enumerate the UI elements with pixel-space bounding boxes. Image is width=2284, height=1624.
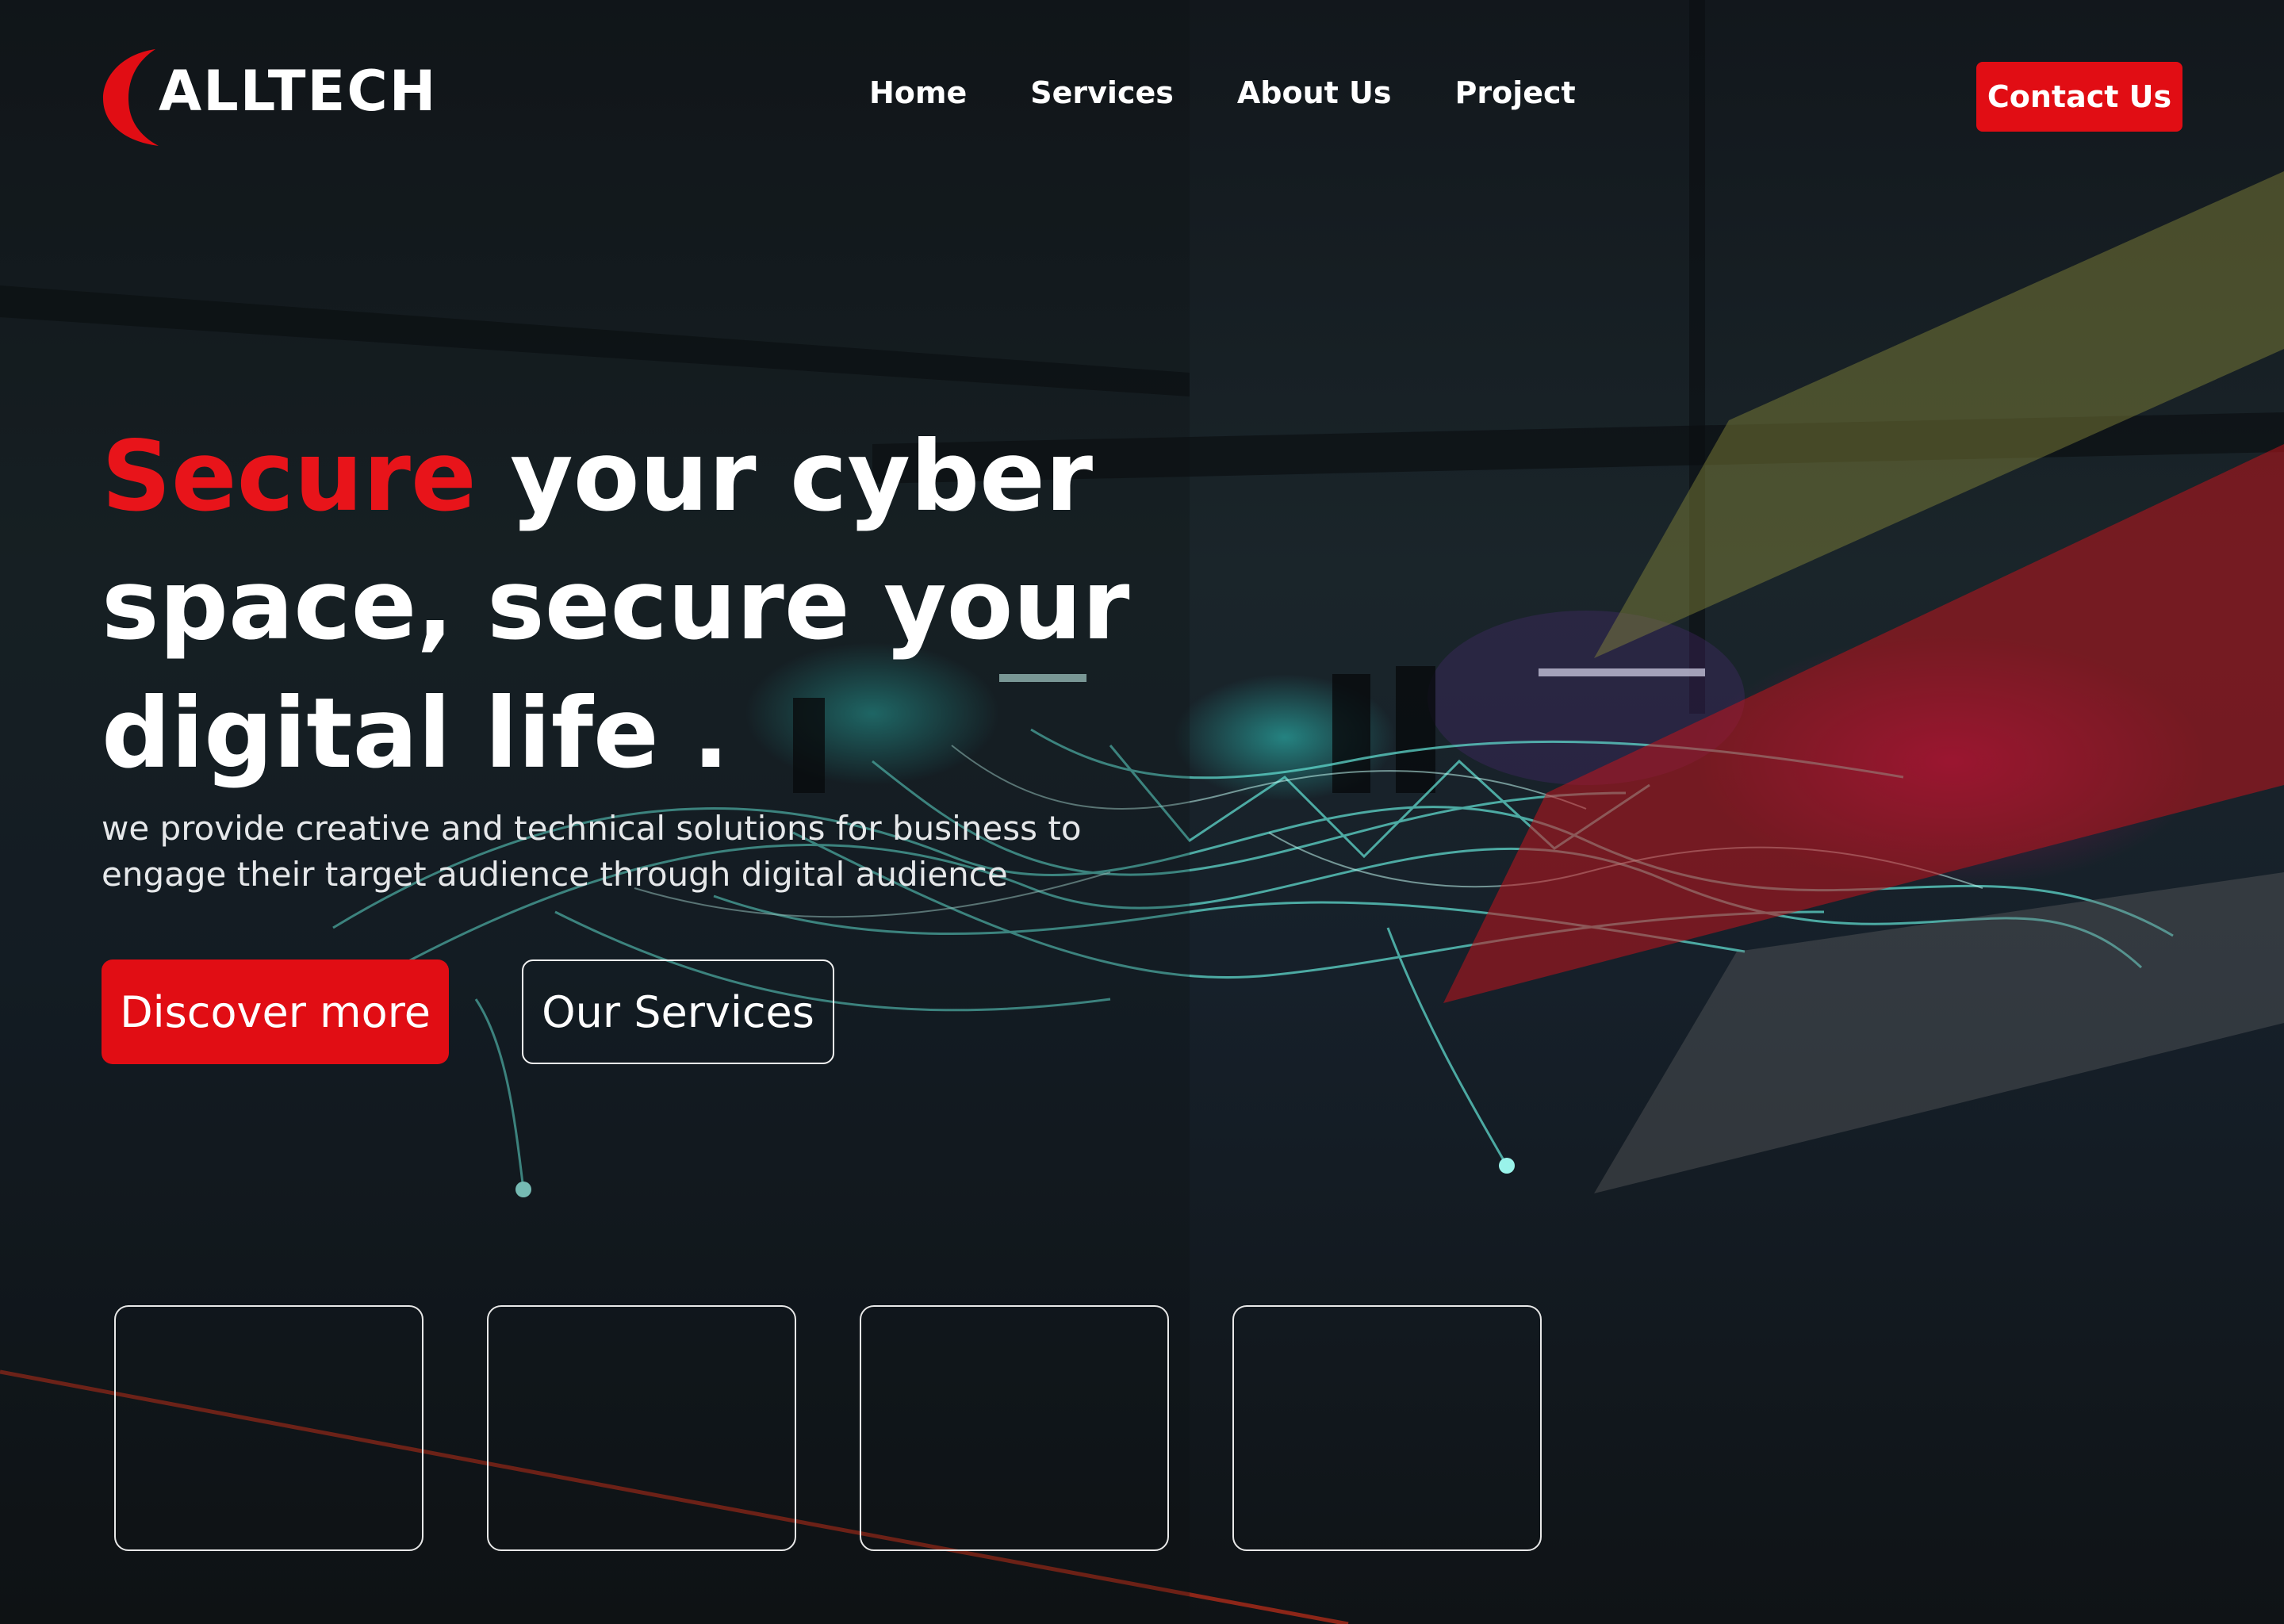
nav-item-about-us[interactable]: About Us <box>1237 78 1392 108</box>
nav-item-home[interactable]: Home <box>869 78 967 108</box>
main-nav: Home Services About Us Project <box>869 78 1576 108</box>
headline-line3: digital life . <box>102 677 730 790</box>
feature-card[interactable] <box>860 1305 1169 1551</box>
headline-line2: space, secure your <box>102 549 1130 661</box>
feature-card[interactable] <box>1232 1305 1542 1551</box>
nav-item-services[interactable]: Services <box>1030 78 1174 108</box>
nav-item-project[interactable]: Project <box>1455 78 1576 108</box>
hero-headline: Secure your cyber space, secure your digit… <box>102 412 1212 798</box>
headline-line1: your cyber <box>476 420 1094 533</box>
brand-name: ALLTECH <box>159 59 438 124</box>
hero-subtitle: we provide creative and technical soluti… <box>102 809 1082 894</box>
discover-more-button[interactable]: Discover more <box>102 959 449 1064</box>
contact-us-button[interactable]: Contact Us <box>1976 62 2182 132</box>
brand-logo[interactable]: ALLTECH <box>100 46 435 149</box>
crescent-logo-icon <box>103 49 159 146</box>
feature-card[interactable] <box>114 1305 423 1551</box>
headline-accent-word: Secure <box>102 420 477 533</box>
our-services-button[interactable]: Our Services <box>522 959 834 1064</box>
feature-card[interactable] <box>487 1305 796 1551</box>
